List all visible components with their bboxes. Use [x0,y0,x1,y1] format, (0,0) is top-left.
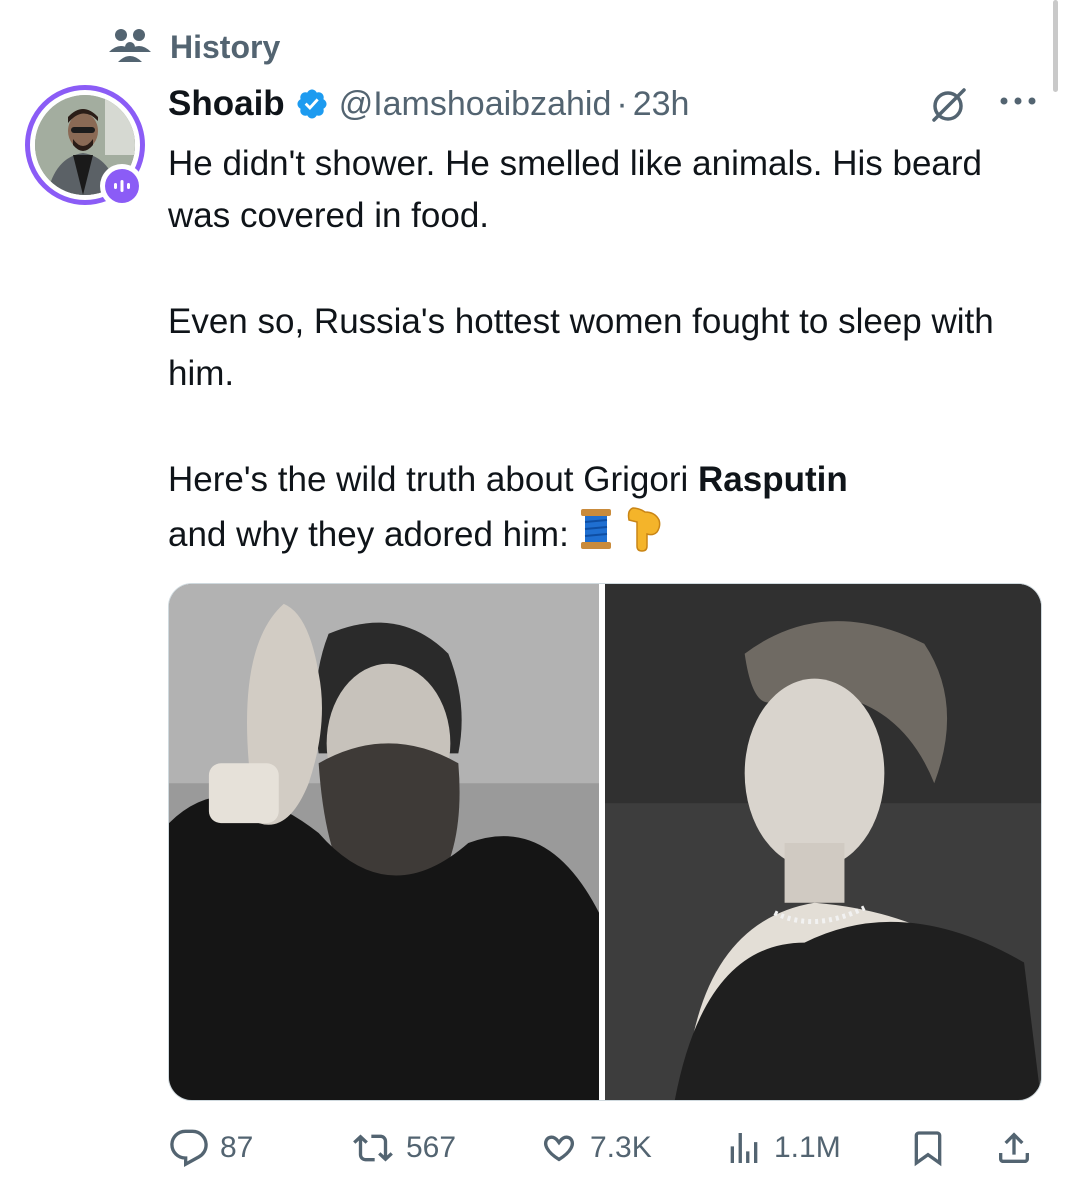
repost-icon [350,1128,396,1168]
share-button[interactable] [994,1120,1034,1176]
post-paragraph-2: Even so, Russia's hottest women fought t… [168,302,994,393]
post-header: Shoaib @Iamshoaibzahid · 23h [168,78,689,130]
post-paragraph-1: He didn't shower. He smelled like animal… [168,144,982,235]
post-text: He didn't shower. He smelled like animal… [168,138,1038,567]
views-button[interactable]: 1.1M [724,1120,841,1176]
audio-bars-icon [105,169,139,203]
scrollbar[interactable] [1053,0,1058,92]
community-context[interactable]: History [108,26,280,68]
views-count: 1.1M [774,1131,841,1164]
woman-portrait-photo[interactable] [605,584,1041,1100]
more-options-icon[interactable] [996,90,1040,112]
post-media[interactable] [168,583,1042,1101]
separator-dot: · [616,84,628,123]
reply-count: 87 [220,1131,254,1164]
like-count: 7.3K [590,1131,652,1164]
post-timestamp[interactable]: 23h [633,85,690,124]
reply-icon [168,1128,210,1168]
post-actions: 87 567 7.3K 1.1M [168,1120,1038,1176]
post-paragraph-3: Here's the wild truth about Grigori Rasp… [168,454,1038,567]
repost-count: 567 [406,1131,457,1164]
grok-icon[interactable] [926,84,970,128]
verified-badge-icon[interactable] [295,87,329,121]
bookmark-button[interactable] [908,1120,948,1176]
reply-button[interactable]: 87 [168,1120,253,1176]
author-handle[interactable]: @Iamshoaibzahid [339,85,612,124]
share-icon [994,1127,1034,1169]
rasputin-photo[interactable] [169,584,599,1100]
author-name[interactable]: Shoaib [168,84,285,124]
spaces-live-badge[interactable] [100,164,144,208]
post-paragraph-3-suffix: and why they adored him: [168,514,569,554]
community-icon [108,28,152,67]
post-paragraph-3-prefix: Here's the wild truth about Grigori [168,460,698,499]
community-label: History [170,28,281,65]
repost-button[interactable]: 567 [350,1120,456,1176]
post-paragraph-3-bold: Rasputin [697,460,848,499]
pointing-down-icon [623,506,663,567]
like-button[interactable]: 7.3K [538,1120,652,1176]
bookmark-icon [908,1127,948,1169]
thread-spool-icon [579,507,613,566]
heart-icon [538,1128,580,1168]
views-chart-icon [724,1128,764,1168]
